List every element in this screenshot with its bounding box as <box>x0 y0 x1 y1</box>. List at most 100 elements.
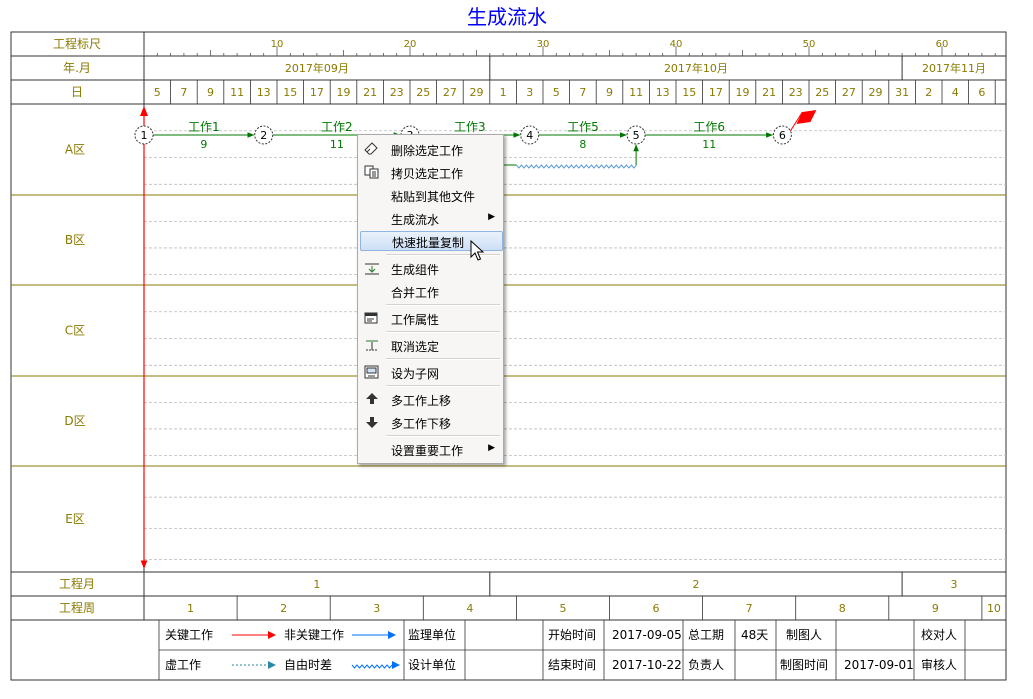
day-label: 19 <box>736 86 750 99</box>
month-label: 2017年09月 <box>285 61 349 75</box>
ruler-label: 50 <box>803 39 816 50</box>
node-label: 1 <box>141 129 148 142</box>
menu-item-label: 设为子网 <box>391 367 440 381</box>
legend-critical-label: 关键工作 <box>165 628 213 642</box>
menu-item-label: 生成流水 <box>391 213 440 227</box>
day-label: 23 <box>789 86 803 99</box>
menu-separator <box>386 385 500 387</box>
menu-item-9[interactable]: 取消选定 <box>360 335 501 355</box>
menu-separator <box>386 358 500 360</box>
legend-dummy-arrow <box>268 661 276 669</box>
menu-item-label: 删除选定工作 <box>391 144 464 158</box>
footer-week-value: 5 <box>559 602 566 615</box>
zone-label: E区 <box>65 512 85 526</box>
footer-week-value: 4 <box>466 602 473 615</box>
day-label: 1 <box>500 86 507 99</box>
node-label: 4 <box>526 129 533 142</box>
network-chart: 生成流水 工程标尺年.月日 10 20 30 40 50 60 2017年09月 2017年10… <box>10 5 1007 681</box>
free-float-zigzag <box>516 164 637 169</box>
menu-item-label: 工作属性 <box>391 313 440 327</box>
work-name: 工作6 <box>693 120 725 134</box>
day-label: 11 <box>629 86 643 99</box>
day-label: 7 <box>579 86 586 99</box>
menu-item-label: 生成组件 <box>391 263 440 277</box>
day-label: 29 <box>470 86 484 99</box>
outer-frame <box>10 31 1007 681</box>
owner-label: 负责人 <box>688 658 724 672</box>
footer-week-value: 3 <box>373 602 380 615</box>
menu-item-4[interactable]: 生成流水 ▶ <box>360 208 501 228</box>
footer-month-value: 3 <box>951 578 958 591</box>
menu-item-11[interactable]: 多工作上移 <box>360 389 501 409</box>
legend-dummy-label: 虚工作 <box>165 658 201 672</box>
ruler-label: 20 <box>404 39 417 50</box>
footer-week-value: 7 <box>746 602 753 615</box>
day-label: 15 <box>682 86 696 99</box>
work-duration: 11 <box>330 138 344 151</box>
menu-item-8[interactable]: 工作属性 <box>360 308 501 328</box>
footer-month-label: 工程月 <box>59 576 95 591</box>
menu-item-label: 合并工作 <box>391 286 440 300</box>
move-up-icon <box>364 392 380 406</box>
day-label: 5 <box>154 86 161 99</box>
day-label: 15 <box>283 86 297 99</box>
properties-icon <box>364 311 380 325</box>
month-label: 2017年10月 <box>664 61 728 75</box>
drafter-label: 制图人 <box>786 628 822 642</box>
subnet-icon <box>364 365 380 379</box>
row-label-day: 日 <box>71 85 83 99</box>
total-label: 总工期 <box>688 628 724 642</box>
footer-week-value: 2 <box>280 602 287 615</box>
menu-item-12[interactable]: 多工作下移 <box>360 412 501 432</box>
legend-free-float-line <box>351 664 393 669</box>
ruler-label: 10 <box>271 39 284 50</box>
zone-label: C区 <box>65 324 85 338</box>
footer-week-value: 1 <box>187 602 194 615</box>
menu-item-label: 拷贝选定工作 <box>391 167 464 181</box>
footer-week-label: 工程周 <box>59 600 95 615</box>
menu-item-7[interactable]: 合并工作 <box>360 281 501 301</box>
day-label: 17 <box>709 86 723 99</box>
total-value: 48天 <box>741 628 768 642</box>
menu-item-3[interactable]: 粘贴到其他文件 <box>360 185 501 205</box>
checker-label: 校对人 <box>921 627 957 642</box>
legend-critical-arrow <box>268 631 276 639</box>
end-label: 结束时间 <box>548 658 596 672</box>
start-value: 2017-09-05 <box>612 628 682 642</box>
chart-grid <box>10 31 1007 681</box>
zone-label: D区 <box>64 414 85 428</box>
work-duration: 8 <box>579 138 586 151</box>
menu-separator <box>386 304 500 306</box>
day-label: 13 <box>257 86 271 99</box>
copy-icon <box>364 165 380 179</box>
month-label: 2017年11月 <box>922 61 986 75</box>
menu-item-2[interactable]: 拷贝选定工作 <box>360 162 501 182</box>
footer-week-value: 8 <box>839 602 846 615</box>
day-label: 21 <box>363 86 377 99</box>
day-label: 11 <box>230 86 244 99</box>
submenu-arrow-icon: ▶ <box>488 443 495 453</box>
menu-separator <box>386 331 500 333</box>
work-duration: 9 <box>200 138 207 151</box>
ruler-label: 60 <box>936 39 949 50</box>
row-label-month: 年.月 <box>63 61 91 75</box>
work-name: 工作3 <box>454 120 486 134</box>
day-label: 27 <box>842 86 856 99</box>
day-label: 19 <box>337 86 351 99</box>
menu-item-1[interactable]: 删除选定工作 <box>360 139 501 159</box>
zone-rows: A区 B区 C区 D区 E区 <box>11 130 1006 560</box>
day-label: 17 <box>310 86 324 99</box>
zone-label: B区 <box>65 233 85 247</box>
start-label: 开始时间 <box>548 628 596 642</box>
draw-time-label: 制图时间 <box>780 658 828 672</box>
menu-item-13[interactable]: 设置重要工作 ▶ <box>360 439 501 459</box>
day-label: 13 <box>656 86 670 99</box>
menu-item-10[interactable]: 设为子网 <box>360 362 501 382</box>
day-label: 6 <box>978 86 985 99</box>
context-menu[interactable]: 删除选定工作 拷贝选定工作 粘贴到其他文件 生成流水 ▶ 快速批量复制 生成组件 合并工作 工作… <box>357 134 504 464</box>
day-label: 4 <box>952 86 959 99</box>
legend-noncritical-label: 非关键工作 <box>284 628 344 642</box>
submenu-arrow-icon: ▶ <box>488 212 495 222</box>
time-axis-top-arrow <box>140 106 148 116</box>
node-label: 5 <box>633 129 640 142</box>
